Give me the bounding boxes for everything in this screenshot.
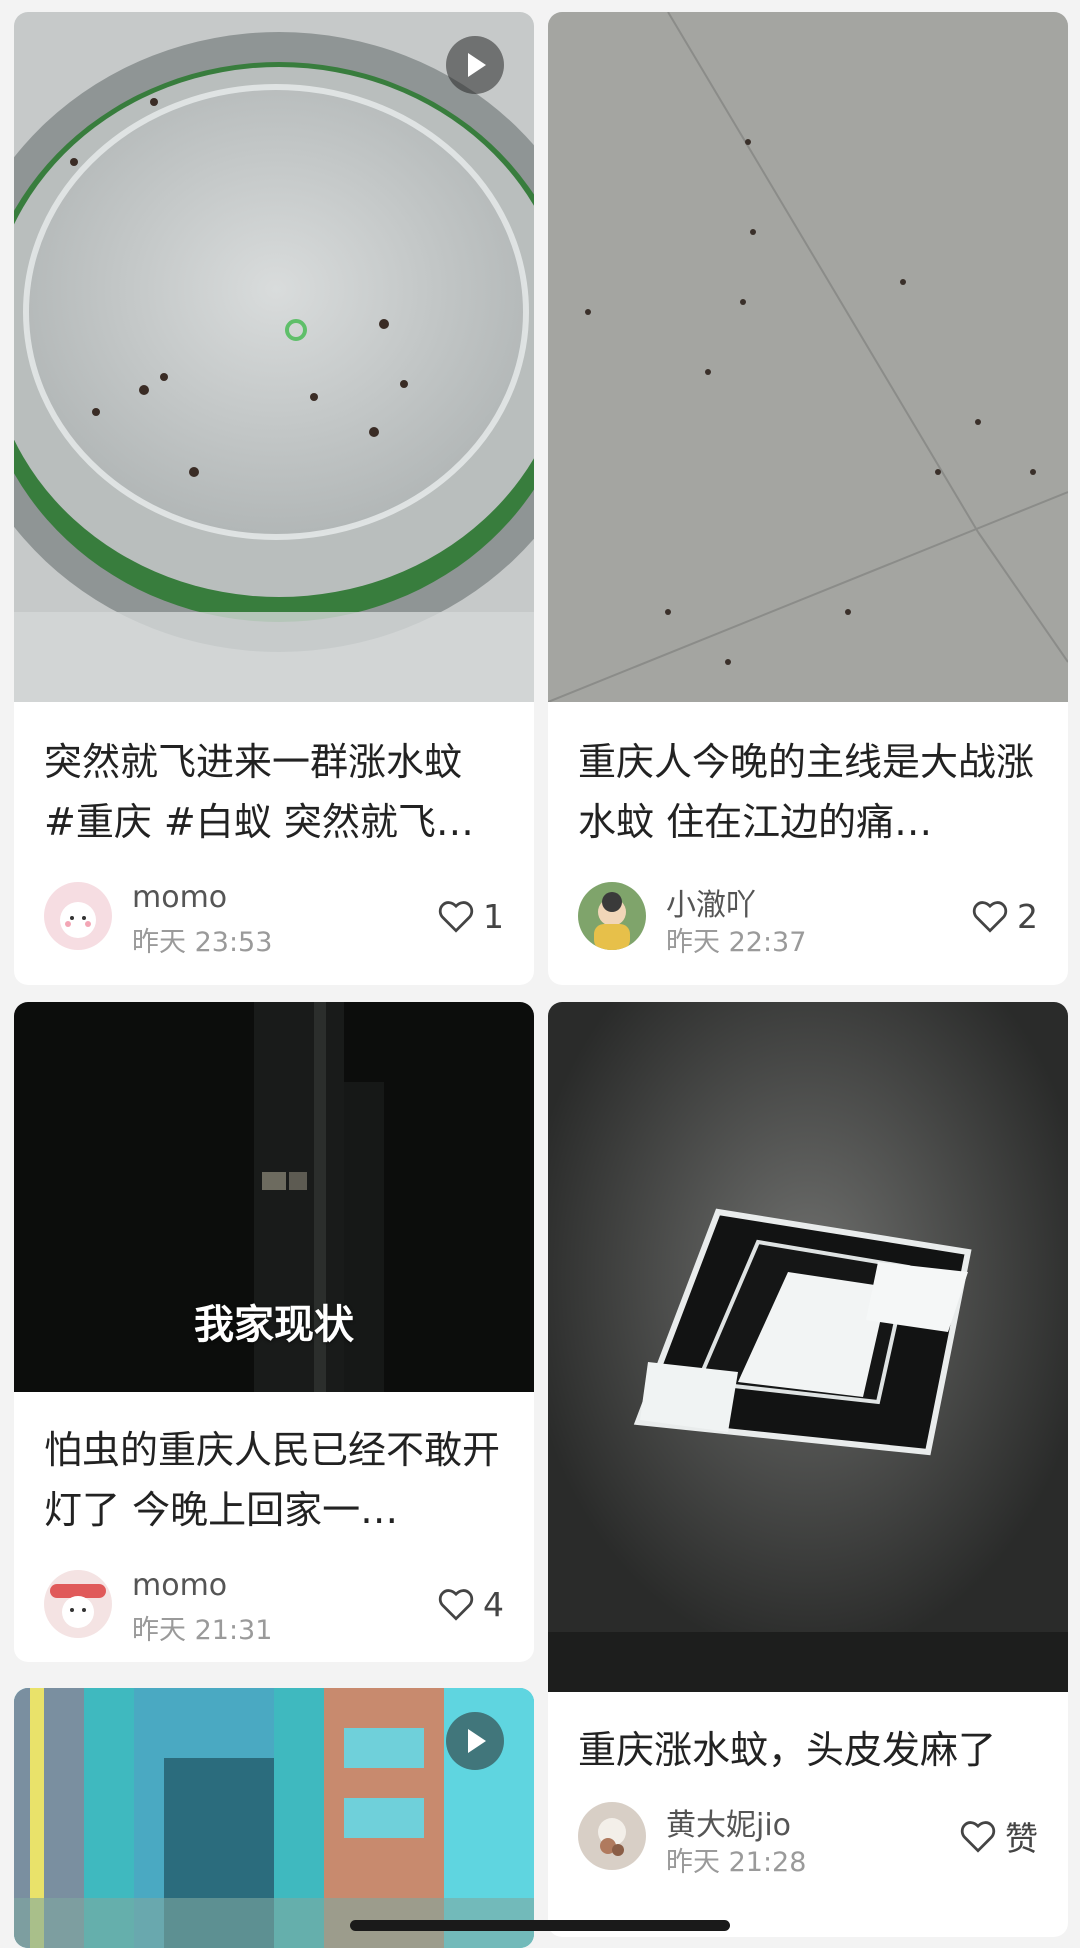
feed-card[interactable]: 重庆涨水蚊，头皮发麻了 黄大妮jio 昨天 21:28 赞 <box>548 1002 1068 1937</box>
like-button[interactable]: 4 <box>437 1584 504 1624</box>
heart-outline-icon <box>972 901 1008 933</box>
like-button[interactable]: 1 <box>437 896 504 936</box>
like-count: 1 <box>483 896 504 936</box>
like-count: 2 <box>1017 896 1038 936</box>
author-name[interactable]: 黄大妮jio <box>666 1800 791 1844</box>
feed-card[interactable] <box>14 1688 534 1948</box>
play-icon <box>446 36 504 94</box>
avatar[interactable] <box>44 1570 112 1638</box>
like-button[interactable]: 2 <box>971 896 1038 936</box>
avatar[interactable] <box>578 882 646 950</box>
author-name[interactable]: 小澈吖 <box>666 880 756 924</box>
author-row: 小澈吖 昨天 22:37 2 <box>578 880 1038 958</box>
card-thumbnail-image[interactable] <box>548 12 1068 702</box>
heart-outline-icon <box>960 1821 996 1853</box>
like-count: 赞 <box>1005 1819 1038 1858</box>
post-time: 昨天 23:53 <box>132 927 273 958</box>
play-icon <box>446 1712 504 1770</box>
avatar[interactable] <box>578 1802 646 1870</box>
feed-card[interactable]: 重庆人今晚的主线是大战涨水蚊 住在江边的痛… 小澈吖 昨天 22:37 2 <box>548 12 1068 985</box>
like-count: 4 <box>483 1584 504 1624</box>
heart-outline-icon <box>438 1589 474 1621</box>
author-row: momo 昨天 21:31 4 <box>44 1568 504 1646</box>
card-thumbnail-image[interactable]: 我家现状 <box>14 1002 534 1392</box>
post-time: 昨天 21:31 <box>132 1615 273 1646</box>
card-thumbnail-image[interactable] <box>14 12 534 702</box>
post-time: 昨天 22:37 <box>666 927 807 958</box>
author-name[interactable]: momo <box>132 1568 227 1603</box>
author-name[interactable]: momo <box>132 880 227 915</box>
feed-card[interactable]: 我家现状 怕虫的重庆人民已经不敢开灯了 今晚上回家一… momo 昨天 21:3… <box>14 1002 534 1662</box>
card-title: 重庆涨水蚊，头皮发麻了 <box>578 1728 997 1772</box>
overlay-caption: 我家现状 <box>194 1302 354 1348</box>
avatar[interactable] <box>44 882 112 950</box>
card-title: 突然就飞进来一群涨水蚊 #重庆 #白蚁 突然就飞… <box>44 740 474 844</box>
card-thumbnail-image[interactable] <box>14 1688 534 1948</box>
home-indicator[interactable] <box>350 1920 730 1931</box>
author-row: 黄大妮jio 昨天 21:28 赞 <box>578 1800 1038 1878</box>
card-title: 重庆人今晚的主线是大战涨水蚊 住在江边的痛… <box>578 740 1035 844</box>
card-thumbnail-image[interactable] <box>548 1002 1068 1692</box>
like-button[interactable]: 赞 <box>959 1816 1038 1858</box>
card-title: 怕虫的重庆人民已经不敢开灯了 今晚上回家一… <box>44 1428 501 1532</box>
author-row: momo 昨天 23:53 1 <box>44 880 504 958</box>
heart-outline-icon <box>438 901 474 933</box>
feed-card[interactable]: 突然就飞进来一群涨水蚊 #重庆 #白蚁 突然就飞… momo 昨天 23:53 … <box>14 12 534 985</box>
post-time: 昨天 21:28 <box>666 1847 807 1878</box>
